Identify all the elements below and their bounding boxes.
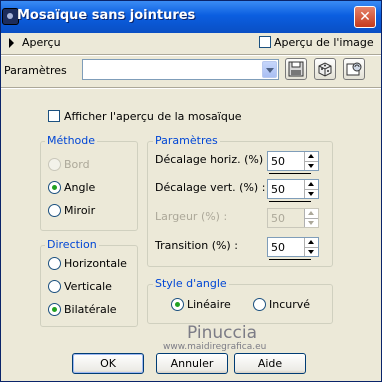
spin-up-icon[interactable] [304, 180, 318, 189]
watermark-name: Pinuccia [187, 323, 257, 343]
ok-button[interactable]: OK [72, 353, 144, 374]
width-label: Largeur (%) : [155, 210, 228, 223]
method-angle-label: Angle [64, 181, 96, 194]
spin-down-icon[interactable] [304, 161, 318, 170]
spin-down-icon[interactable] [304, 247, 318, 256]
direction-verticale-label: Verticale [64, 280, 112, 293]
spin-up-icon[interactable] [304, 209, 318, 218]
horiz-offset-spinner[interactable]: 50 [267, 151, 319, 171]
method-miroir-label: Miroir [64, 204, 96, 217]
horiz-offset-value: 50 [271, 155, 285, 168]
divider [1, 87, 381, 89]
width-spinner[interactable]: 50 [267, 208, 319, 228]
direction-horizontale-radio[interactable] [48, 257, 61, 270]
close-icon: ✕ [359, 9, 371, 25]
help-button[interactable]: Aide [234, 353, 306, 374]
direction-bilaterale-radio[interactable] [48, 303, 61, 316]
direction-verticale-radio[interactable] [48, 280, 61, 293]
direction-bilaterale-label: Bilatérale [64, 303, 117, 316]
manage-presets-button[interactable] [343, 58, 365, 80]
value-bar [269, 173, 311, 174]
vert-offset-label: Décalage vert. (%) : [155, 181, 266, 194]
method-bord-label: Bord [64, 158, 90, 171]
close-button[interactable]: ✕ [354, 6, 376, 28]
parameters-legend: Paramètres [153, 134, 220, 147]
mosaic-preview-label: Afficher l'aperçu de la mosaïque [64, 110, 242, 123]
corner-lineaire-radio[interactable] [171, 298, 184, 311]
mosaic-preview-checkbox[interactable] [48, 110, 60, 122]
presets-label: Paramètres [4, 64, 67, 77]
vert-offset-spinner[interactable]: 50 [267, 179, 319, 199]
dropdown-arrow-icon[interactable] [262, 61, 277, 78]
title-bar[interactable]: Mosaïque sans jointures ✕ [1, 1, 381, 33]
width-value: 50 [271, 212, 285, 225]
window-title: Mosaïque sans jointures [17, 8, 196, 23]
direction-horizontale-label: Horizontale [64, 257, 127, 270]
value-bar [269, 259, 311, 260]
reset-preset-icon [318, 62, 332, 77]
corner-incurve-label: Incurvé [269, 298, 311, 311]
watermark-url: www.maidiregrafica.eu [163, 342, 267, 352]
divider [1, 54, 381, 56]
image-preview-checkbox[interactable] [259, 36, 271, 48]
save-preset-icon [288, 61, 304, 77]
expand-arrow-icon[interactable] [9, 38, 14, 48]
cancel-button[interactable]: Annuler [156, 353, 228, 374]
method-legend: Méthode [45, 134, 98, 147]
corner-style-legend: Style d'angle [153, 277, 229, 290]
method-miroir-radio[interactable] [48, 204, 61, 217]
vert-offset-value: 50 [271, 183, 285, 196]
spin-up-icon[interactable] [304, 238, 318, 247]
method-bord-radio[interactable] [48, 158, 61, 171]
presets-combo[interactable] [82, 59, 279, 80]
horiz-offset-label: Décalage horiz. (%) : [155, 153, 271, 166]
corner-incurve-radio[interactable] [253, 298, 266, 311]
spin-down-icon[interactable] [304, 218, 318, 227]
value-bar [269, 201, 311, 202]
direction-legend: Direction [45, 238, 99, 251]
method-angle-radio[interactable] [48, 181, 61, 194]
transition-value: 50 [271, 241, 285, 254]
dialog-window: Mosaïque sans jointures ✕ Aperçu Aperçu … [0, 0, 382, 382]
spin-down-icon[interactable] [304, 189, 318, 198]
preview-toggle[interactable]: Aperçu [22, 36, 61, 49]
corner-lineaire-label: Linéaire [187, 298, 231, 311]
save-preset-button[interactable] [285, 58, 307, 80]
image-preview-label: Aperçu de l'image [274, 36, 374, 49]
reset-preset-button[interactable] [314, 58, 336, 80]
transition-label: Transition (%) : [155, 239, 238, 252]
manage-presets-icon [346, 62, 362, 76]
transition-spinner[interactable]: 50 [267, 237, 319, 257]
spin-up-icon[interactable] [304, 152, 318, 161]
